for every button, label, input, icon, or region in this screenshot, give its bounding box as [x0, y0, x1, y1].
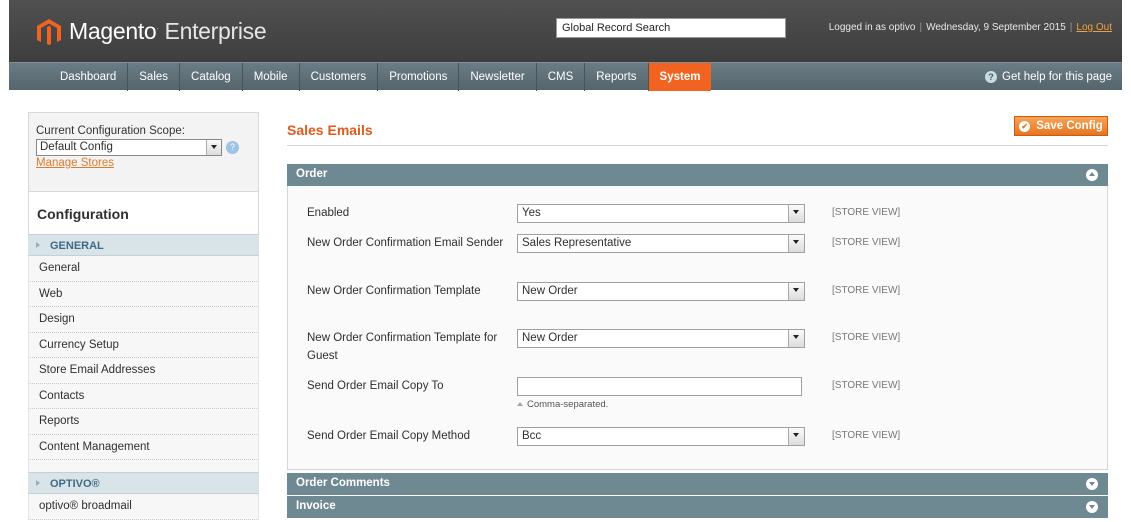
field-value: Bcc	[522, 430, 542, 442]
scope-tag: [STORE VIEW]	[832, 430, 901, 441]
checkmark-icon: ✔	[1019, 120, 1031, 132]
nav-sales[interactable]: Sales	[128, 63, 181, 91]
nav-catalog[interactable]: Catalog	[180, 63, 243, 91]
save-config-button[interactable]: ✔ Save Config	[1014, 116, 1108, 136]
nav-newsletter[interactable]: Newsletter	[459, 63, 537, 91]
field-label: Enabled	[307, 207, 350, 219]
nav-system[interactable]: System	[648, 63, 712, 91]
section-order-comments-title: Order Comments	[296, 477, 390, 489]
manage-stores-link[interactable]: Manage Stores	[36, 157, 251, 169]
chevron-down-icon	[206, 140, 221, 155]
field-label: Send Order Email Copy Method	[307, 430, 470, 442]
scope-tag: [STORE VIEW]	[832, 380, 901, 391]
date-text: Wednesday, 9 September 2015	[926, 22, 1066, 33]
nav-dashboard[interactable]: Dashboard	[49, 63, 129, 91]
caret-right-icon	[36, 480, 40, 486]
copy-method-select[interactable]: Bcc	[517, 427, 805, 446]
logo-product: Enterprise	[164, 18, 267, 44]
section-invoice-header[interactable]: Invoice	[287, 496, 1108, 518]
group-optivo-label: OPTIVO®	[50, 478, 100, 490]
scope-tag: [STORE VIEW]	[832, 237, 901, 248]
scope-tag: [STORE VIEW]	[832, 332, 901, 343]
logout-link[interactable]: Log Out	[1076, 22, 1112, 33]
caret-up-icon	[517, 402, 523, 406]
scope-tag: [STORE VIEW]	[832, 285, 901, 296]
sidebar-item-general[interactable]: General	[28, 256, 259, 282]
chevron-down-icon	[788, 205, 804, 222]
nav-reports[interactable]: Reports	[585, 63, 649, 91]
magento-logo[interactable]: Magento· Enterprise	[37, 18, 267, 45]
field-label: New Order Confirmation Template for Gues…	[307, 332, 498, 362]
sidebar-item-content-management[interactable]: Content Management	[28, 434, 259, 460]
caret-right-icon	[36, 242, 40, 248]
nav-mobile[interactable]: Mobile	[243, 63, 300, 91]
sidebar-spacer	[28, 460, 259, 472]
field-label: New Order Confirmation Email Sender	[307, 237, 504, 249]
field-value: Yes	[522, 207, 541, 219]
sidebar-item-reports[interactable]: Reports	[28, 409, 259, 435]
field-note: Comma-separated.	[517, 399, 608, 410]
help-label: Get help for this page	[1002, 71, 1112, 83]
field-label: Send Order Email Copy To	[307, 380, 444, 392]
sidebar-item-store-email-addresses[interactable]: Store Email Addresses	[28, 358, 259, 384]
help-link[interactable]: ? Get help for this page	[985, 63, 1112, 91]
group-optivo[interactable]: OPTIVO®	[28, 472, 259, 494]
field-label: New Order Confirmation Template	[307, 285, 481, 297]
copy-to-input[interactable]	[517, 377, 802, 396]
sidebar-item-currency-setup[interactable]: Currency Setup	[28, 332, 259, 358]
section-order-comments-header[interactable]: Order Comments	[287, 473, 1108, 495]
expand-icon[interactable]	[1086, 478, 1098, 490]
chevron-down-icon	[788, 330, 804, 347]
scope-tag: [STORE VIEW]	[832, 207, 901, 218]
global-search-input[interactable]: Global Record Search	[556, 18, 786, 38]
chevron-down-icon	[788, 235, 804, 252]
sidebar-item-design[interactable]: Design	[28, 307, 259, 333]
template-select[interactable]: New Order	[517, 282, 805, 301]
main-nav: Dashboard Sales Catalog Mobile Customers…	[9, 62, 1122, 91]
nav-cms[interactable]: CMS	[537, 63, 586, 91]
chevron-down-icon	[788, 283, 804, 300]
help-icon: ?	[985, 71, 998, 83]
magento-logo-icon	[37, 18, 61, 45]
header-bar: Magento· Enterprise Global Record Search…	[9, 0, 1122, 62]
scope-select[interactable]: Default Config	[36, 139, 222, 156]
sidebar: Current Configuration Scope: Default Con…	[28, 112, 259, 520]
scope-label: Current Configuration Scope:	[36, 125, 185, 137]
divider	[287, 145, 1108, 146]
email-sender-select[interactable]: Sales Representative	[517, 234, 805, 253]
expand-icon[interactable]	[1086, 501, 1098, 513]
sidebar-item-contacts[interactable]: Contacts	[28, 383, 259, 409]
enabled-select[interactable]: Yes	[517, 204, 805, 223]
section-order-header[interactable]: Order	[287, 164, 1108, 186]
scope-switcher: Current Configuration Scope: Default Con…	[28, 112, 259, 192]
collapse-icon[interactable]	[1086, 169, 1098, 181]
section-invoice-title: Invoice	[296, 500, 336, 512]
sidebar-item-optivo-broadmail[interactable]: optivo® broadmail	[28, 494, 259, 520]
configuration-heading: Configuration	[28, 192, 259, 234]
nav-promotions[interactable]: Promotions	[378, 63, 460, 91]
group-general[interactable]: GENERAL	[28, 234, 259, 256]
field-value: New Order	[522, 285, 578, 297]
field-value: New Order	[522, 332, 578, 344]
section-order-title: Order	[296, 168, 328, 180]
sidebar-item-web[interactable]: Web	[28, 281, 259, 307]
info-icon[interactable]: ?	[226, 141, 239, 154]
section-order-body: Enabled Yes [STORE VIEW] New Order Confi…	[287, 186, 1108, 470]
group-general-label: GENERAL	[50, 240, 104, 252]
page-title: Sales Emails	[287, 122, 373, 138]
save-config-label: Save Config	[1036, 120, 1103, 132]
user-info: Logged in as optivo | Wednesday, 9 Septemb…	[828, 22, 1112, 33]
chevron-down-icon	[788, 428, 804, 445]
nav-customers[interactable]: Customers	[300, 63, 379, 91]
scope-value: Default Config	[40, 141, 113, 153]
field-note-text: Comma-separated.	[527, 399, 609, 410]
field-value: Sales Representative	[522, 237, 632, 249]
logo-brand: Magento	[69, 18, 157, 44]
guest-template-select[interactable]: New Order	[517, 329, 805, 348]
logged-in-text: Logged in as optivo	[828, 22, 916, 33]
